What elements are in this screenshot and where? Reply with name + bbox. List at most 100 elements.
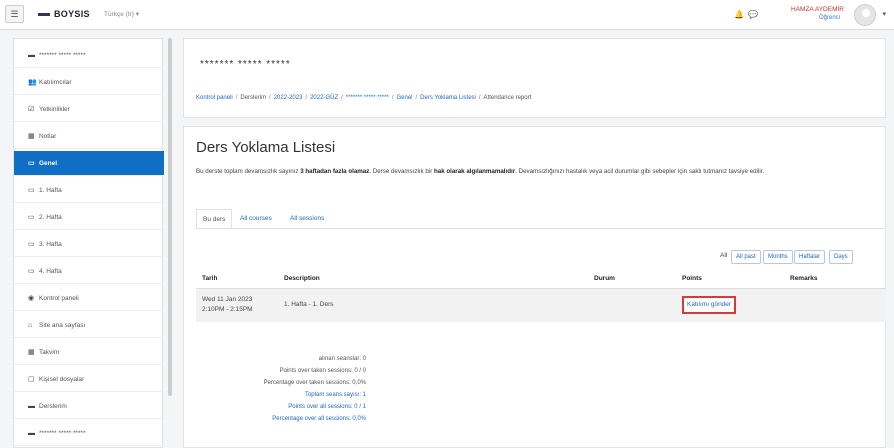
session-points-cell: Katılımı gönder	[676, 288, 784, 322]
user-name[interactable]: HAMZA AYDEMİR	[791, 6, 844, 13]
breadcrumb-separator: /	[305, 95, 308, 101]
col-description-header: Description	[278, 270, 588, 289]
breadcrumb-item[interactable]: 2022-GÜZ	[310, 95, 338, 101]
sidebar-item[interactable]: ▭ 4. Hafta	[14, 259, 164, 284]
summary-stat[interactable]: Percentage over all sessions: 0,0%	[272, 416, 366, 422]
top-navbar: ☰ BOYSIS Türkçe (tr) ▾ 🔔 💬 HAMZA AYDEMİR…	[0, 0, 894, 30]
sidebar-item[interactable]: ▭ 3. Hafta	[14, 232, 164, 257]
course-title: ******* ***** *****	[200, 59, 291, 70]
dashboard-icon: ◉	[28, 295, 35, 302]
sidebar-item-label: Yetkinlikler	[39, 106, 70, 113]
breadcrumb-separator: /	[478, 95, 481, 101]
sidebar-item-label: Kontrol paneli	[39, 295, 79, 302]
users-icon: 👥	[28, 79, 37, 86]
summary-stat[interactable]: Points over all sessions: 0 / 1	[288, 404, 366, 410]
breadcrumb-item[interactable]: Ders Yoklama Listesi	[420, 95, 476, 101]
session-description-cell: 1. Hafta - 1. Ders	[278, 288, 588, 322]
sidebar-item-label: Katılımcılar	[39, 79, 72, 86]
summary-stat: Points over taken sessions: 0 / 0	[279, 368, 366, 374]
sidebar-item[interactable]: ▭ 2. Hafta	[14, 205, 164, 230]
table-icon: ▦	[28, 133, 35, 140]
brand-name: BOYSIS	[54, 9, 90, 19]
summary-stat: alınan seanslar: 0	[318, 356, 366, 362]
breadcrumb-separator: /	[415, 95, 418, 101]
sidebar-item[interactable]: ▬ Derslerim	[14, 394, 164, 419]
sidebar-item[interactable]: ▦ Takvim	[14, 340, 164, 365]
sidebar-item-label: 4. Hafta	[39, 268, 62, 275]
sidebar-item[interactable]: ☑ Yetkinlikler	[14, 97, 164, 122]
sidebar-item[interactable]: ▦ Notlar	[14, 124, 164, 149]
sidebar-item-label: Genel	[39, 160, 58, 167]
sidebar-item[interactable]: ▬ ******* ***** *****	[14, 43, 164, 68]
filter-days-button[interactable]: Days	[829, 250, 853, 264]
sidebar-item-label: Kişisel dosyalar	[39, 376, 85, 383]
breadcrumb-item[interactable]: ******* ***** *****	[346, 95, 389, 101]
breadcrumb-separator: /	[391, 95, 394, 101]
summary-stat[interactable]: Toplam seans sayısı: 1	[305, 392, 366, 398]
sidebar-item-label: 1. Hafta	[39, 187, 62, 194]
sidebar-item[interactable]: ▬ ******* ***** *****	[14, 421, 164, 446]
page-header-card: ******* ***** ***** Kontrol paneli / Dersl…	[183, 38, 886, 118]
breadcrumb-separator: /	[341, 95, 343, 101]
brand-logo	[38, 13, 50, 17]
sidebar-scrollbar[interactable]	[168, 38, 172, 396]
col-status-header: Durum	[588, 270, 676, 289]
sidebar-item-label: Takvim	[39, 349, 60, 356]
avatar[interactable]	[854, 4, 876, 26]
col-remarks-header: Remarks	[784, 270, 886, 289]
col-date-header: Tarih	[196, 270, 278, 289]
sidebar-item[interactable]: ▭ 1. Hafta	[14, 178, 164, 203]
filter-months-button[interactable]: Months	[763, 250, 793, 264]
hamburger-icon[interactable]: ☰	[5, 5, 24, 23]
breadcrumb-separator: /	[269, 95, 271, 101]
folder-icon: ▭	[28, 241, 35, 248]
filter-all-past-button[interactable]: All past	[731, 250, 761, 264]
chevron-down-icon[interactable]: ▾	[882, 10, 886, 18]
graduation-cap-icon: ▬	[28, 403, 35, 410]
table-header-row: Tarih Description Durum Points Remarks	[196, 270, 886, 289]
breadcrumb-item: Derslerim	[240, 95, 267, 101]
folder-icon: ▭	[28, 160, 35, 167]
breadcrumb-separator: /	[235, 95, 238, 101]
site-brand[interactable]: BOYSIS	[38, 9, 90, 19]
filter-weeks-button[interactable]: Haftalar	[794, 250, 826, 264]
folder-icon: ▭	[28, 214, 35, 221]
sidebar-item[interactable]: ▢ Kişisel dosyalar	[14, 367, 164, 392]
folder-icon: ▭	[28, 187, 35, 194]
breadcrumb-item[interactable]: Genel	[396, 95, 412, 101]
table-row: Wed 11 Jan 2023 2:10PM - 2:15PM 1. Hafta …	[196, 288, 886, 322]
breadcrumb-item: Attendance report	[483, 95, 532, 101]
tab-all-courses[interactable]: All courses	[240, 209, 272, 229]
course-nav-drawer: ▬ ******* ***** ***** 👥 Katılımcılar ☑ Yetkin…	[13, 38, 164, 448]
page-title: Ders Yoklama Listesi	[196, 139, 336, 156]
sidebar-item-label: Notlar	[39, 133, 57, 140]
sidebar-item-label: ******* ***** *****	[39, 52, 86, 59]
tab-this-course[interactable]: Bu ders	[196, 209, 233, 229]
graduation-cap-icon: ▬	[28, 430, 35, 437]
attendance-notice: Bu derste toplam devamsızlık sayınız 3 h…	[196, 168, 765, 175]
graduation-cap-icon: ▬	[28, 52, 35, 59]
breadcrumb-item[interactable]: 2022-2023	[274, 95, 303, 101]
breadcrumb-item[interactable]: Kontrol paneli	[196, 95, 233, 101]
user-role: Öğrenci	[818, 15, 840, 21]
sidebar-item[interactable]: ⌂ Site ana sayfası	[14, 313, 164, 338]
attendance-table: Tarih Description Durum Points Remarks W…	[196, 270, 886, 322]
bell-icon[interactable]: 🔔	[734, 10, 744, 19]
home-icon: ⌂	[28, 322, 33, 329]
sidebar-item-label: Derslerim	[39, 403, 67, 410]
sidebar-item-label: 2. Hafta	[39, 214, 62, 221]
sidebar-item[interactable]: ▭ Genel	[14, 151, 164, 176]
chat-icon[interactable]: 💬	[748, 10, 758, 19]
session-remarks-cell	[784, 288, 886, 322]
calendar-icon: ▦	[28, 349, 35, 356]
col-points-header: Points	[676, 270, 784, 289]
session-status-cell	[588, 288, 676, 322]
submit-attendance-link[interactable]: Katılımı gönder	[682, 296, 737, 315]
language-menu[interactable]: Türkçe (tr) ▾	[104, 10, 139, 18]
sidebar-item[interactable]: 👥 Katılımcılar	[14, 70, 164, 95]
tabs-divider	[196, 228, 884, 229]
breadcrumb: Kontrol paneli / Derslerim/2022-2023/2022-…	[196, 95, 531, 101]
sidebar-item[interactable]: ◉ Kontrol paneli	[14, 286, 164, 311]
tab-all-sessions[interactable]: All sessions	[290, 209, 324, 229]
main-content-card: Ders Yoklama Listesi Bu derste toplam de…	[183, 126, 886, 448]
